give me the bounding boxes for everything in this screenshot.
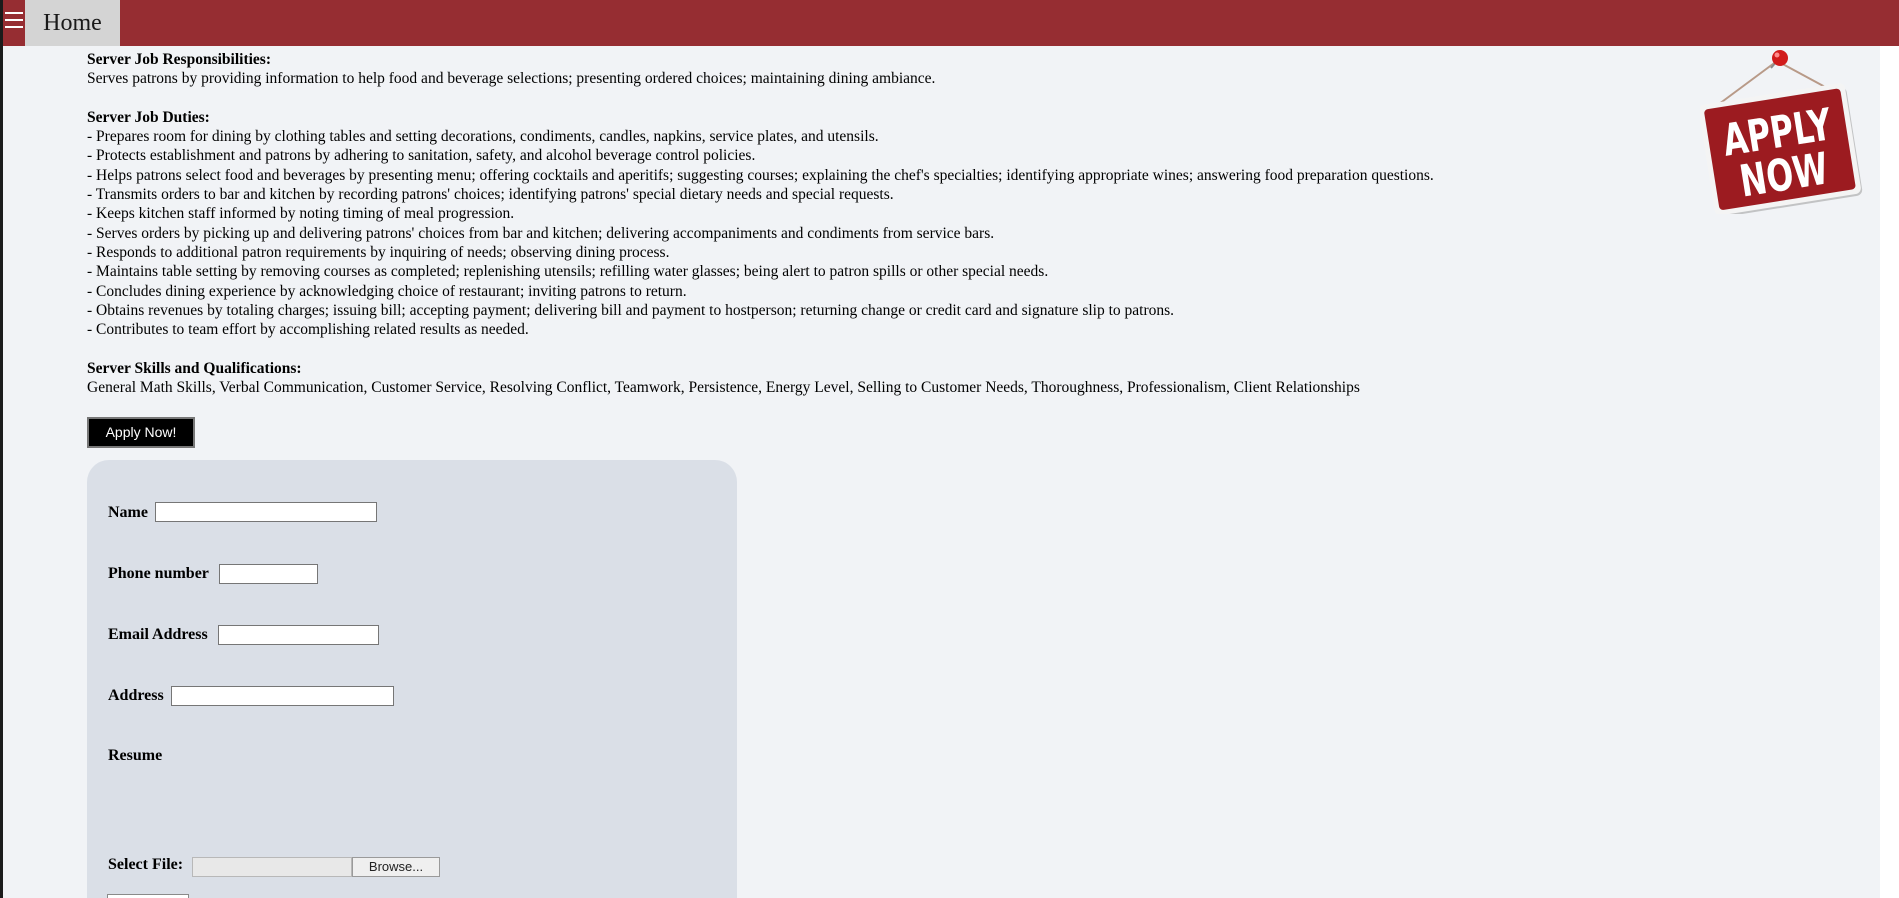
duty-item: - Concludes dining experience by acknowl…: [87, 282, 687, 300]
job-description: Server Job Responsibilities: Serves patr…: [87, 50, 1687, 397]
duty-item: - Maintains table setting by removing co…: [87, 263, 1049, 281]
apply-now-button[interactable]: Apply Now!: [87, 417, 195, 448]
duty-item: - Prepares room for dining by clothing t…: [87, 128, 879, 146]
email-label: Email Address: [108, 626, 208, 643]
duty-item: - Helps patrons select food and beverage…: [87, 166, 1434, 184]
home-tab[interactable]: Home: [25, 0, 120, 46]
address-input[interactable]: [171, 686, 394, 706]
application-form: [87, 460, 737, 898]
phone-input[interactable]: [219, 564, 318, 584]
responsibilities-heading: Server Job Responsibilities:: [87, 51, 271, 68]
page: Home Server Job Responsibilities: Serves…: [0, 0, 1899, 898]
address-label: Address: [108, 687, 164, 704]
duty-item: - Serves orders by picking up and delive…: [87, 224, 995, 242]
duty-item: - Protects establishment and patrons by …: [87, 147, 756, 165]
duties-heading: Server Job Duties:: [87, 108, 210, 126]
duty-item: - Contributes to team effort by accompli…: [87, 321, 529, 339]
responsibilities-text: Serves patrons by providing information …: [87, 70, 936, 88]
name-input[interactable]: [155, 502, 377, 522]
left-border: [0, 0, 3, 898]
name-label: Name: [108, 504, 148, 521]
email-input[interactable]: [218, 625, 379, 645]
resume-label: Resume: [108, 747, 163, 764]
right-gutter: [1880, 46, 1899, 898]
file-name-field[interactable]: [192, 857, 352, 877]
duty-item: - Responds to additional patron requirem…: [87, 243, 670, 261]
skills-text: General Math Skills, Verbal Communicatio…: [87, 379, 1360, 397]
apply-now-sign[interactable]: APPLY NOW: [1700, 44, 1865, 214]
duty-item: - Transmits orders to bar and kitchen by…: [87, 186, 894, 204]
skills-heading: Server Skills and Qualifications:: [87, 359, 302, 377]
phone-label: Phone number: [108, 565, 209, 582]
hamburger-menu-icon[interactable]: [3, 6, 25, 34]
sign-plate: APPLY NOW: [1700, 83, 1863, 214]
select-file-label: Select File:: [108, 856, 184, 873]
browse-button[interactable]: Browse...: [352, 857, 440, 877]
duty-item: - Obtains revenues by totaling charges; …: [87, 301, 1175, 319]
duty-item: - Keeps kitchen staff informed by noting…: [87, 205, 515, 223]
top-bar: Home: [0, 0, 1899, 46]
submit-button[interactable]: [107, 894, 189, 898]
